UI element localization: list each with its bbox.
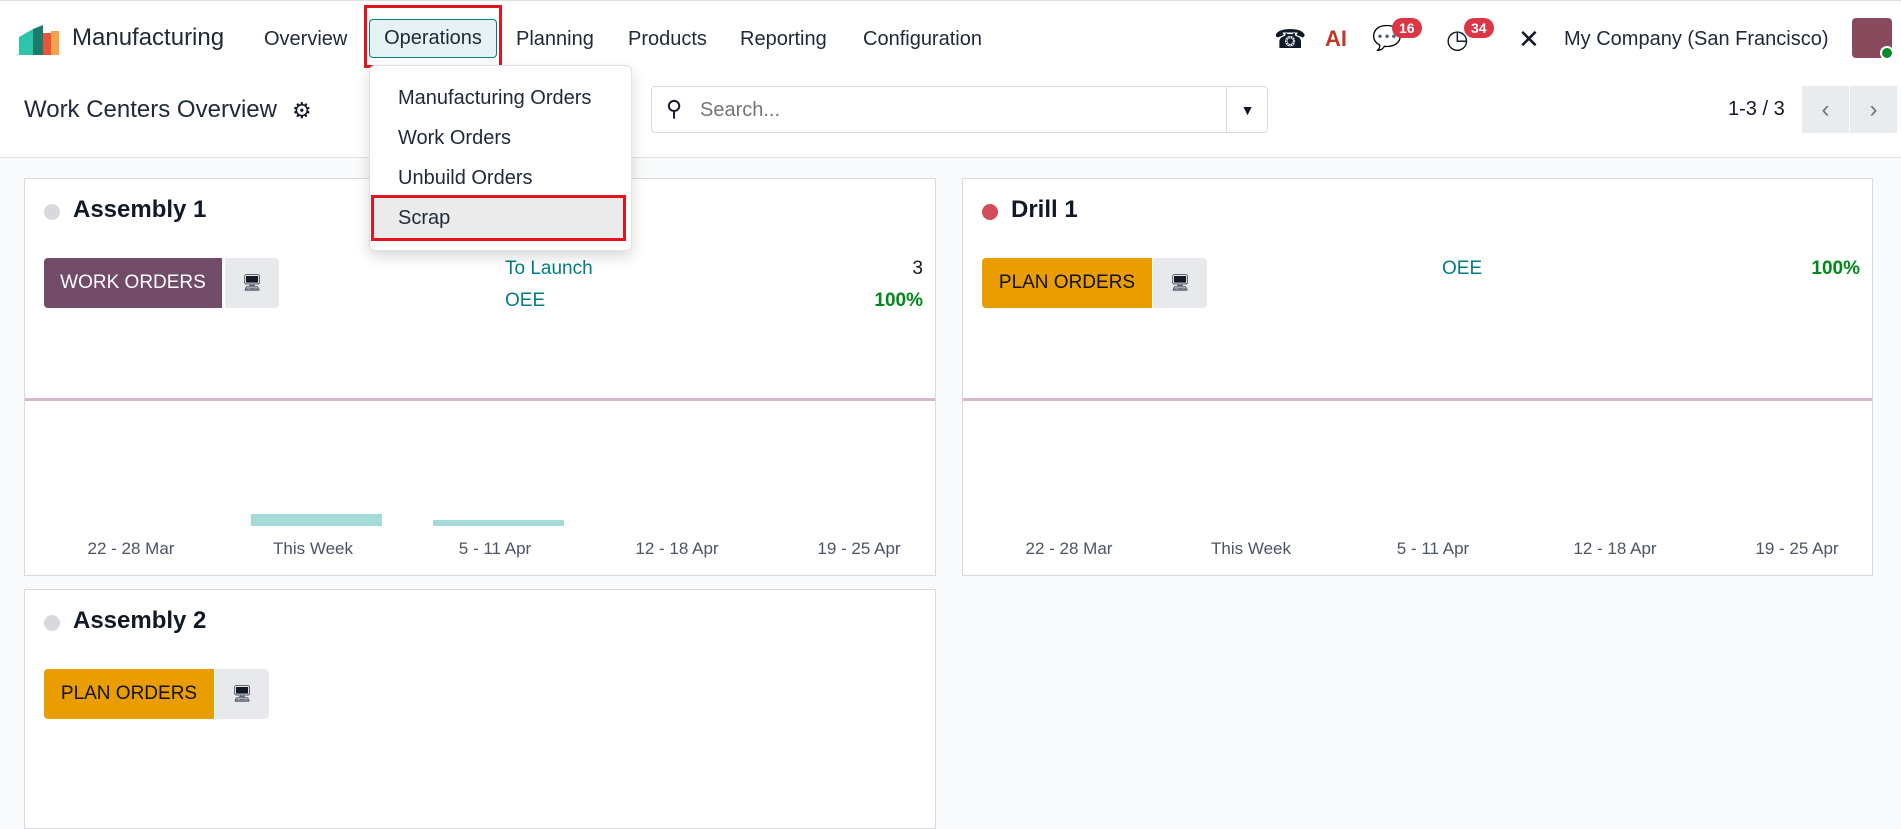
oee-value: 100% xyxy=(1811,258,1860,279)
search-options-toggle[interactable]: ▼ xyxy=(1226,87,1268,132)
highlight-box xyxy=(364,5,502,68)
search-input[interactable] xyxy=(700,95,1200,125)
oee-value: 100% xyxy=(874,290,923,311)
gear-icon[interactable]: ⚙ xyxy=(292,98,312,124)
graph-bar[interactable] xyxy=(433,520,564,526)
graph-label: This Week xyxy=(1211,539,1291,558)
menu-item-unbuild-orders[interactable]: Unbuild Orders xyxy=(398,167,533,190)
pager-previous-button[interactable]: ‹ xyxy=(1802,86,1849,133)
workload-graph: 22 - 28 Mar This Week 5 - 11 Apr 12 - 18 Ap… xyxy=(25,404,935,574)
graph-label: 12 - 18 Apr xyxy=(635,539,719,558)
monitor-icon[interactable]: 🖥 xyxy=(225,258,279,308)
menu-item-work-orders[interactable]: Work Orders xyxy=(398,127,511,150)
search-icon: ⚲ xyxy=(666,96,683,121)
graph-label: 22 - 28 Mar xyxy=(87,539,175,558)
oee-link[interactable]: OEE xyxy=(1442,258,1482,280)
to-launch-count[interactable]: 3 xyxy=(912,258,923,280)
menu-overview[interactable]: Overview xyxy=(264,28,347,51)
plan-orders-button[interactable]: PLAN ORDERS xyxy=(982,258,1152,308)
workload-graph: 22 - 28 Mar This Week 5 - 11 Apr 12 - 18 Ap… xyxy=(963,404,1872,574)
oee-link[interactable]: OEE xyxy=(505,290,545,312)
workcenter-name[interactable]: Assembly 1 xyxy=(73,196,206,224)
monitor-icon[interactable]: 🖥 xyxy=(215,669,269,719)
workcenter-name[interactable]: Assembly 2 xyxy=(73,607,206,635)
tools-icon[interactable]: ✕ xyxy=(1518,24,1540,55)
graph-label: 5 - 11 Apr xyxy=(458,539,532,558)
status-dot[interactable] xyxy=(982,204,998,220)
ai-icon[interactable]: AI xyxy=(1325,26,1347,52)
graph-label: 12 - 18 Apr xyxy=(1573,539,1657,558)
search-box: ⚲ ▼ xyxy=(651,86,1268,133)
graph-label: 22 - 28 Mar xyxy=(1025,539,1113,558)
monitor-icon[interactable]: 🖥 xyxy=(1153,258,1207,308)
graph-label: 5 - 11 Apr xyxy=(1396,539,1470,558)
pager-next-button[interactable]: › xyxy=(1850,86,1897,133)
pager-value[interactable]: 1-3 / 3 xyxy=(1728,98,1785,121)
work-orders-button[interactable]: WORK ORDERS xyxy=(44,258,222,308)
plan-orders-button[interactable]: PLAN ORDERS xyxy=(44,669,214,719)
manufacturing-logo-icon xyxy=(19,25,59,55)
online-status-icon xyxy=(1880,46,1894,60)
graph-divider xyxy=(25,398,935,401)
activities-badge: 34 xyxy=(1464,18,1494,38)
user-avatar[interactable] xyxy=(1852,18,1894,60)
menu-configuration[interactable]: Configuration xyxy=(863,28,982,51)
company-switcher[interactable]: My Company (San Francisco) xyxy=(1564,28,1829,51)
menu-planning[interactable]: Planning xyxy=(516,28,594,51)
menu-item-manufacturing-orders[interactable]: Manufacturing Orders xyxy=(398,87,591,110)
menu-reporting[interactable]: Reporting xyxy=(740,28,827,51)
menu-products[interactable]: Products xyxy=(628,28,707,51)
messages-badge: 16 xyxy=(1392,18,1422,38)
status-dot[interactable] xyxy=(44,204,60,220)
app-name[interactable]: Manufacturing xyxy=(72,24,224,52)
workcenter-name[interactable]: Drill 1 xyxy=(1011,196,1078,224)
graph-bar[interactable] xyxy=(251,514,382,526)
graph-label: 19 - 25 Apr xyxy=(817,539,901,558)
workcenter-card-assembly-2: Assembly 2 PLAN ORDERS 🖥 xyxy=(24,589,936,829)
page-title: Work Centers Overview xyxy=(24,96,277,123)
status-dot[interactable] xyxy=(44,615,60,631)
workcenter-card-drill-1: Drill 1 PLAN ORDERS 🖥 OEE 100% 22 - 28 M… xyxy=(962,178,1873,576)
graph-label: 19 - 25 Apr xyxy=(1755,539,1839,558)
graph-label: This Week xyxy=(273,539,353,558)
phone-icon[interactable]: ☎ xyxy=(1274,24,1306,55)
graph-divider xyxy=(963,398,1872,401)
highlight-box xyxy=(371,195,626,241)
to-launch-link[interactable]: To Launch xyxy=(505,258,593,280)
